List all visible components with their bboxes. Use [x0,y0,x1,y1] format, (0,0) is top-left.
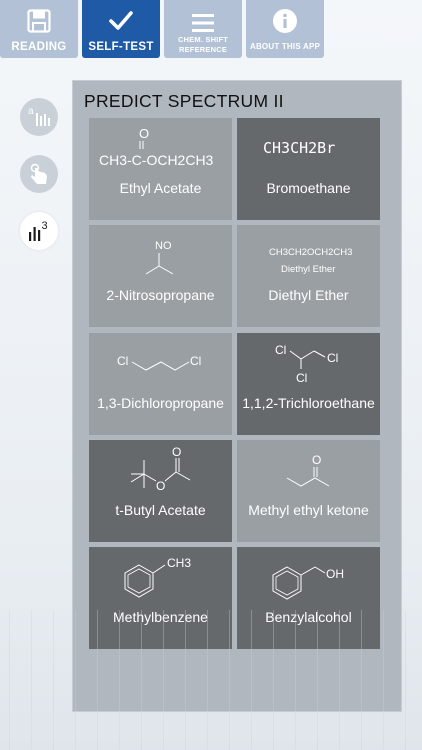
top-tab-bar: READING SELF-TEST CHEM. SHIFT REFERENCE [0,0,422,60]
compound-card-1-1-2-trichloroethane[interactable]: Cl Cl Cl 1,1,2-Trichloroethane [237,333,380,435]
svg-text:CH3CH2OCH2CH3: CH3CH2OCH2CH3 [269,247,352,258]
bromoethane-structure: CH3CH2Br [263,139,335,157]
nitrosopropane-structure: NO [145,240,174,275]
compound-name: 2-Nitrosopropane [106,287,215,303]
svg-text:NO: NO [155,240,172,252]
tab-self-test-label: SELF-TEST [88,41,154,53]
compound-name: t-Butyl Acetate [115,502,206,518]
compound-name: Bromoethane [266,180,351,196]
menu-icon [164,10,242,36]
compound-name: Methyl ethyl ketone [248,502,369,518]
tab-chem-shift-label-1: CHEM. SHIFT [177,35,229,44]
svg-text:CH3: CH3 [167,556,191,570]
benzylalcohol-structure: OH [272,566,344,600]
side-button-spectrum-a[interactable]: a [20,98,58,136]
checkmark-icon [82,8,160,34]
ethyl-acetate-structure: O CH3-C-OCH2CH3 [99,126,214,168]
tab-about[interactable]: ABOUT THIS APP [246,0,324,58]
compound-name: Benzylalcohol [265,609,352,625]
tab-chem-shift-label-2: REFERENCE [178,45,228,54]
svg-text:a: a [28,106,34,117]
diethyl-ether-structure: CH3CH2OCH2CH3 Diethyl Ether [269,247,352,275]
predict-spectrum-panel: PREDICT SPECTRUM II O CH3-C-OCH2CH3 Ethy… [72,80,402,712]
svg-text:Cl: Cl [296,371,307,385]
svg-text:O: O [312,453,321,467]
compound-card-benzylalcohol[interactable]: OH Benzylalcohol [237,547,380,649]
svg-text:O: O [139,126,149,141]
t-butyl-acetate-structure: O O [130,445,191,493]
tab-reading-label: READING [11,41,67,53]
spectrum-a-icon: a [28,106,50,126]
svg-text:O: O [172,445,181,459]
dichloropropane-structure: Cl Cl [117,354,201,371]
svg-text:O: O [156,479,165,493]
compound-card-2-nitrosopropane[interactable]: NO 2-Nitrosopropane [89,225,232,327]
svg-text:3: 3 [42,220,48,232]
svg-text:Cl: Cl [275,343,286,357]
save-icon [0,8,78,34]
tab-self-test[interactable]: SELF-TEST [82,0,160,58]
trichloroethane-structure: Cl Cl Cl [275,343,338,385]
tap-hand-icon [30,163,47,184]
compound-card-ethyl-acetate[interactable]: O CH3-C-OCH2CH3 Ethyl Acetate [89,118,232,220]
svg-text:Cl: Cl [190,354,201,368]
svg-text:Cl: Cl [327,351,338,365]
svg-text:CH3-C-OCH2CH3: CH3-C-OCH2CH3 [99,152,214,168]
compound-card-diethyl-ether[interactable]: CH3CH2OCH2CH3 Diethyl Ether Diethyl Ethe… [237,225,380,327]
compound-card-methylbenzene[interactable]: CH3 Methylbenzene [89,547,232,649]
svg-text:OH: OH [326,567,344,581]
tab-chem-shift-reference[interactable]: CHEM. SHIFT REFERENCE [164,0,242,58]
compound-card-methyl-ethyl-ketone[interactable]: O Methyl ethyl ketone [237,440,380,542]
compound-name: Methylbenzene [113,609,208,625]
info-icon [246,8,324,34]
tab-reading[interactable]: READING [0,0,78,58]
tab-about-label: ABOUT THIS APP [249,42,321,51]
panel-title: PREDICT SPECTRUM II [84,91,284,111]
compound-name: 1,3-Dichloropropane [97,395,224,411]
compound-card-1-3-dichloropropane[interactable]: Cl Cl 1,3-Dichloropropane [89,333,232,435]
compound-name: Ethyl Acetate [119,180,202,196]
side-button-spectrum-3[interactable]: 3 [20,212,58,250]
svg-text:CH3CH2Br: CH3CH2Br [263,139,335,157]
svg-text:Diethyl Ether: Diethyl Ether [281,264,335,275]
side-button-tap[interactable] [20,155,58,193]
svg-text:Cl: Cl [117,354,128,368]
compound-card-t-butyl-acetate[interactable]: O O t-Butyl Acetate [89,440,232,542]
spectrum-3-icon: 3 [29,220,48,241]
compound-name: 1,1,2-Trichloroethane [242,395,375,411]
methyl-ethyl-ketone-structure: O [286,453,330,487]
compound-name: Diethyl Ether [268,287,349,303]
methylbenzene-structure: CH3 [124,556,191,598]
compound-card-bromoethane[interactable]: CH3CH2Br Bromoethane [237,118,380,220]
